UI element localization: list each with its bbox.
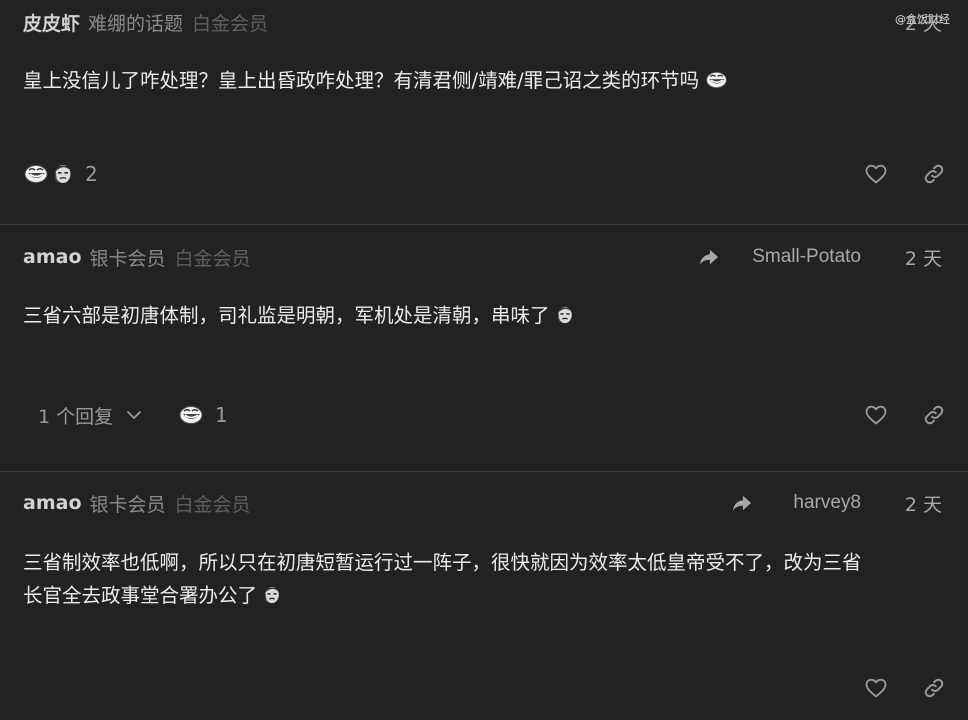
heart-icon[interactable] (864, 676, 888, 700)
post-date[interactable]: 2 天 (905, 488, 942, 518)
post-date[interactable]: 2 天 (905, 7, 942, 37)
post-actions: 2 (0, 157, 968, 191)
reply-arrow-icon (698, 247, 720, 267)
chevron-down-icon (127, 410, 142, 420)
post-body-text: 皇上没信儿了咋处理？皇上出昏政咋处理？有清君侧/靖难/罪己诏之类的环节吗 (23, 69, 700, 92)
post-body-line: 长官全去政事堂合署办公了 (23, 579, 948, 612)
reply-to[interactable]: Small-Potato (698, 242, 861, 272)
post-body-line: 三省制效率也低啊，所以只在初唐短暂运行过一阵子，很快就因为效率太低皇帝受不了，改… (23, 551, 862, 574)
user-badge: 白金会员 (174, 247, 251, 270)
post-meta: 皮皮虾 难绷的话题 白金会员 (23, 7, 268, 37)
post-3: amao 银卡会员 白金会员 harvey8 2 天 三省制效率也低啊，所以只在… (0, 472, 968, 720)
reply-to-username[interactable]: Small-Potato (752, 246, 861, 268)
laughing-face-emoji-icon (705, 71, 728, 89)
laughing-face-emoji-icon (179, 405, 203, 425)
username[interactable]: 皮皮虾 (23, 9, 80, 36)
reactions[interactable]: 2 (24, 157, 98, 191)
post-date[interactable]: 2 天 (905, 242, 942, 272)
smirk-face-emoji-icon (263, 586, 281, 604)
show-replies-button[interactable]: 1 个回复 (38, 398, 142, 432)
post-body-text: 三省六部是初唐体制，司礼监是明朝，军机处是清朝，串味了 (23, 304, 550, 327)
link-icon[interactable] (922, 403, 946, 427)
post-1: 皮皮虾 难绷的话题 白金会员 2 天 皇上没信儿了咋处理？皇上出昏政咋处理？有清… (0, 0, 968, 225)
post-actions: 1 个回复 1 (0, 398, 968, 432)
username[interactable]: amao (23, 246, 82, 268)
post-body: 三省制效率也低啊，所以只在初唐短暂运行过一阵子，很快就因为效率太低皇帝受不了，改… (23, 546, 948, 612)
smirk-face-emoji-icon (556, 306, 574, 324)
user-badge: 白金会员 (192, 12, 269, 35)
post-body: 三省六部是初唐体制，司礼监是明朝，军机处是清朝，串味了 (23, 299, 948, 332)
user-title: 银卡会员 (89, 247, 166, 270)
reply-arrow-icon (731, 493, 753, 513)
user-title: 银卡会员 (89, 493, 166, 516)
heart-icon[interactable] (864, 162, 888, 186)
laughing-face-emoji-icon (24, 164, 48, 184)
reactions[interactable]: 1 (179, 398, 228, 432)
replies-label: 1 个回复 (38, 405, 114, 428)
reaction-count: 2 (85, 162, 98, 186)
heart-icon[interactable] (864, 403, 888, 427)
link-icon[interactable] (922, 676, 946, 700)
username[interactable]: amao (23, 492, 82, 514)
reply-to[interactable]: harvey8 (731, 488, 861, 518)
user-badge: 白金会员 (174, 493, 251, 516)
reply-to-username[interactable]: harvey8 (793, 492, 861, 514)
post-body: 皇上没信儿了咋处理？皇上出昏政咋处理？有清君侧/靖难/罪己诏之类的环节吗 (23, 64, 948, 97)
user-title: 难绷的话题 (88, 12, 184, 35)
smirk-face-emoji-icon (53, 164, 73, 184)
post-actions (0, 671, 968, 705)
post-2: amao 银卡会员 白金会员 Small-Potato 2 天 三省六部是初唐体… (0, 225, 968, 471)
post-body-text: 长官全去政事堂合署办公了 (23, 584, 258, 607)
post-meta: amao 银卡会员 白金会员 (23, 488, 251, 518)
link-icon[interactable] (922, 162, 946, 186)
post-meta: amao 银卡会员 白金会员 (23, 242, 251, 272)
reaction-count: 1 (215, 403, 228, 427)
